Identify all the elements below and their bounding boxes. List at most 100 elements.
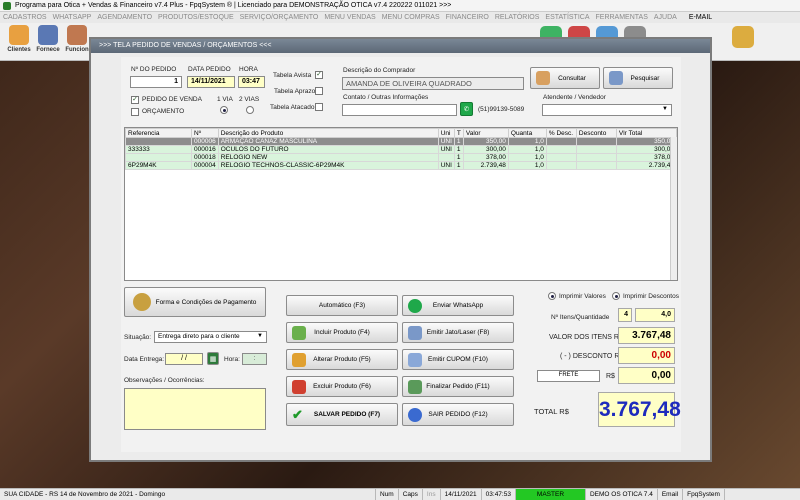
cell-referencia: 6P29M4K <box>125 161 192 170</box>
buyer-desc-field[interactable]: AMANDA DE OLIVEIRA QUADRADO <box>342 77 524 90</box>
atendente-select[interactable]: ▼ <box>542 104 672 116</box>
salvar-pedido-button[interactable]: ✔ SALVAR PEDIDO (F7) <box>286 403 398 426</box>
col-valor[interactable]: Valor <box>462 128 509 138</box>
order-number-field[interactable]: 1 <box>130 76 182 88</box>
cell-valor: 350,00 <box>462 137 509 146</box>
cell-referencia <box>125 137 192 146</box>
via2-radio[interactable] <box>246 106 254 114</box>
excluir-produto-button[interactable]: Excluir Produto (F6) <box>286 376 398 397</box>
tabela-avista-checkbox[interactable]: ✓ <box>315 71 323 79</box>
excluir-produto-label: Excluir Produto (F6) <box>313 383 371 390</box>
cell-desconto <box>575 161 617 170</box>
cell-pct-desc <box>545 161 577 170</box>
col-t[interactable]: T <box>453 128 464 138</box>
col-vlr-total[interactable]: Vlr Total <box>615 128 677 138</box>
col-desconto[interactable]: Desconto <box>575 128 617 138</box>
imprimir-descontos-radio[interactable] <box>612 292 620 300</box>
status-email[interactable]: Email <box>658 489 684 500</box>
alterar-produto-button[interactable]: Alterar Produto (F5) <box>286 349 398 370</box>
forma-pagamento-button[interactable]: Forma e Condições de Pagamento <box>124 287 266 317</box>
menu-ferramentas[interactable]: FERRAMENTAS <box>596 14 648 21</box>
orcamento-checkbox[interactable] <box>131 108 139 116</box>
funcionarios-button[interactable]: Funcion <box>62 25 92 59</box>
menu-ajuda[interactable]: AJUDA <box>654 14 677 21</box>
cell-quanta: 1,0 <box>507 145 547 154</box>
menu-compras[interactable]: MENU COMPRAS <box>382 14 440 21</box>
frete-currency: R$ <box>606 373 615 380</box>
pedido-venda-checkbox[interactable]: ✓ <box>131 96 139 104</box>
table-row[interactable]: 6P29M4K 000004 RELOGIO TECHNOS-CLASSIC-6… <box>125 161 677 170</box>
menu-vendas[interactable]: MENU VENDAS <box>324 14 375 21</box>
via2-label: 2 VIAS <box>239 96 260 103</box>
menu-email[interactable]: E-MAIL <box>689 14 712 21</box>
table-row[interactable]: 333333 000016 OCULOS DO FUTURO UNI 1 300… <box>125 145 677 154</box>
menu-whatsapp[interactable]: WHATSAPP <box>53 14 92 21</box>
automatico-button[interactable]: Automático (F3) <box>286 295 398 316</box>
observacoes-label: Observações / Ocorrências: <box>124 377 205 384</box>
emitir-jato-label: Emitir Jato/Laser (F8) <box>426 329 490 336</box>
app-logo-icon <box>3 1 11 10</box>
sair-pedido-button[interactable]: SAIR PEDIDO (F12) <box>402 403 514 426</box>
menu-servico[interactable]: SERVIÇO/ORÇAMENTO <box>240 14 319 21</box>
emitir-jato-button[interactable]: Emitir Jato/Laser (F8) <box>402 322 514 343</box>
col-numero[interactable]: Nº <box>191 128 219 138</box>
menu-financeiro[interactable]: FINANCEIRO <box>446 14 489 21</box>
emitir-cupom-label: Emitir CUPOM (F10) <box>428 356 488 363</box>
chevron-down-icon: ▼ <box>257 333 263 339</box>
via1-radio[interactable] <box>220 106 228 114</box>
total-label: TOTAL R$ <box>534 407 569 416</box>
cell-descricao: ARMAÇÃO CANAZ MASCULINA <box>217 137 439 146</box>
cell-t: 1 <box>453 145 464 154</box>
cell-desconto <box>575 145 617 154</box>
clientes-button[interactable]: Clientes <box>4 25 34 59</box>
sair-pedido-label: SAIR PEDIDO (F12) <box>428 411 488 418</box>
order-date-field[interactable]: 14/11/2021 <box>187 76 235 88</box>
incluir-produto-button[interactable]: Incluir Produto (F4) <box>286 322 398 343</box>
table-scrollbar[interactable] <box>670 137 677 280</box>
finalizar-pedido-label: Finalizar Pedido (F11) <box>426 383 490 390</box>
table-row[interactable]: 000006 ARMAÇÃO CANAZ MASCULINA UNI 1 350… <box>125 137 677 146</box>
hora-label: Hora: <box>224 356 240 363</box>
menu-estatistica[interactable]: ESTATÍSTICA <box>545 14 589 21</box>
finalize-icon <box>408 379 422 394</box>
delete-product-icon <box>292 379 306 394</box>
consultar-button[interactable]: Consultar <box>530 67 600 89</box>
finalizar-pedido-button[interactable]: Finalizar Pedido (F11) <box>402 376 514 397</box>
products-table[interactable]: Referencia Nº Descrição do Produto Uni T… <box>124 127 678 281</box>
hora-field[interactable]: : <box>242 353 267 365</box>
col-uni[interactable]: Uni <box>437 128 455 138</box>
contact-field[interactable] <box>342 104 457 116</box>
calendar-button[interactable]: ▦ <box>207 352 219 365</box>
pesquisar-button[interactable]: Pesquisar <box>603 67 673 89</box>
order-time-field[interactable]: 03:47 <box>238 76 265 88</box>
cell-descricao: RELOGIO NEW <box>217 153 439 162</box>
table-row[interactable]: 000018 RELOGIO NEW 1 378,00 1,0 378,00 <box>125 153 677 162</box>
menu-agendamento[interactable]: AGENDAMENTO <box>97 14 152 21</box>
observacoes-textarea[interactable] <box>124 388 266 430</box>
enviar-whatsapp-button[interactable]: Enviar WhatsApp <box>402 295 514 316</box>
frete-value[interactable]: 0,00 <box>618 367 675 384</box>
total-value: 3.767,48 <box>598 392 681 427</box>
order-date-label: DATA PEDIDO <box>188 66 231 73</box>
whatsapp-contact-button[interactable]: ✆ <box>460 102 473 116</box>
menu-produtos[interactable]: PRODUTOS/ESTOQUE <box>158 14 234 21</box>
col-descricao[interactable]: Descrição do Produto <box>217 128 439 138</box>
data-entrega-field[interactable]: / / <box>165 353 203 365</box>
imprimir-valores-label: Imprimir Valores <box>559 293 606 300</box>
col-referencia[interactable]: Referencia <box>125 128 192 138</box>
emitir-cupom-button[interactable]: Emitir CUPOM (F10) <box>402 349 514 370</box>
col-quanta[interactable]: Quanta <box>507 128 547 138</box>
tabela-atacado-checkbox[interactable] <box>315 103 323 111</box>
salvar-pedido-label: SALVAR PEDIDO (F7) <box>313 411 381 418</box>
menu-relatorios[interactable]: RELATÓRIOS <box>495 14 540 21</box>
cell-numero: 000016 <box>191 145 219 154</box>
fornece-button[interactable]: Fornece <box>33 25 63 59</box>
exit-toolbar-icon[interactable] <box>732 26 754 48</box>
menu-cadastros[interactable]: CADASTROS <box>3 14 47 21</box>
data-entrega-label: Data Entrega: <box>124 356 165 363</box>
cell-desconto <box>575 153 617 162</box>
col-pct-desc[interactable]: % Desc. <box>545 128 577 138</box>
situacao-select[interactable]: Entrega direto para o cliente ▼ <box>154 331 267 343</box>
tabela-aprazo-checkbox[interactable] <box>315 87 323 95</box>
imprimir-valores-radio[interactable] <box>548 292 556 300</box>
